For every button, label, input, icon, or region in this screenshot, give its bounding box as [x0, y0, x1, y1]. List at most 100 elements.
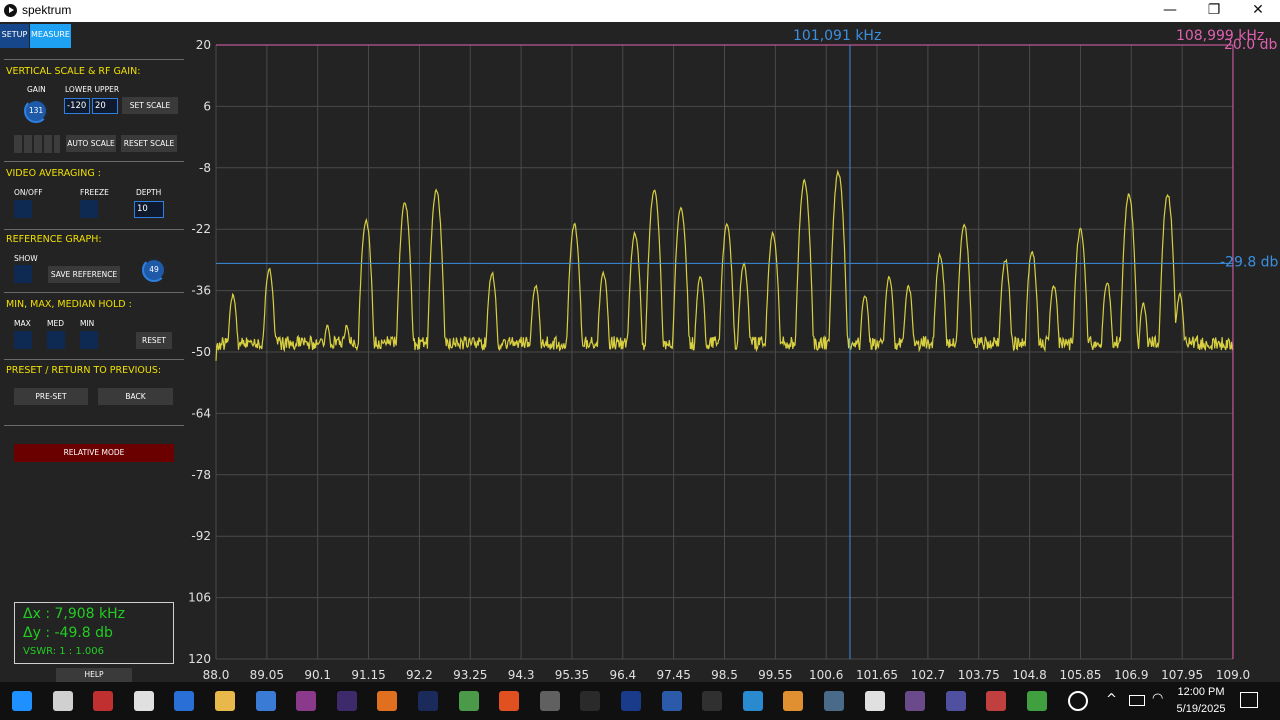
x-tick-label: 103.75	[958, 668, 1000, 682]
gain-segment	[44, 135, 52, 153]
y-tick-label: -50	[191, 345, 211, 359]
lower-upper-label: LOWER UPPER	[65, 85, 120, 94]
delta-readout: Δx : 7,908 kHz Δy : -49.8 db VSWR: 1 : 1…	[14, 602, 174, 664]
taskbar-app-wolf-icon[interactable]	[864, 691, 885, 711]
hold-title: MIN, MAX, MEDIAN HOLD :	[6, 299, 132, 310]
lower-scale-input[interactable]: -120	[64, 98, 90, 114]
y-tick-label: -106	[188, 591, 211, 605]
delta-x-readout: Δx : 7,908 kHz	[23, 606, 125, 622]
relative-mode-button[interactable]: RELATIVE MODE	[14, 444, 174, 462]
depth-label: DEPTH	[136, 188, 162, 197]
min-hold-checkbox[interactable]	[80, 331, 98, 349]
taskbar-app-earth-icon[interactable]	[1027, 691, 1047, 711]
cursor-level-label: -29.8 db	[1220, 254, 1279, 270]
y-tick-label: -8	[199, 161, 211, 175]
taskbar-winrar-icon[interactable]	[296, 691, 317, 711]
x-tick-label: 89.05	[250, 668, 284, 682]
save-reference-button[interactable]: SAVE REFERENCE	[48, 266, 120, 283]
taskbar-brave-icon[interactable]	[499, 691, 520, 711]
y-tick-label: 20	[196, 38, 211, 52]
gain-segment	[14, 135, 22, 153]
max-hold-checkbox[interactable]	[14, 331, 32, 349]
gain-knob-ring	[24, 99, 48, 123]
back-button[interactable]: BACK	[98, 388, 173, 405]
preset-title: PRESET / RETURN TO PREVIOUS:	[6, 365, 162, 376]
on-off-label: ON/OFF	[14, 188, 43, 197]
med-hold-checkbox[interactable]	[47, 331, 65, 349]
title-bar: spektrum — ❐ ✕	[0, 0, 1280, 23]
x-tick-label: 107.95	[1161, 668, 1203, 682]
app-icon	[4, 4, 17, 17]
x-tick-label: 97.45	[656, 668, 690, 682]
help-button[interactable]: HELP	[56, 668, 132, 682]
taskbar-task-view-icon[interactable]	[52, 691, 73, 711]
taskbar-app-pen-icon[interactable]	[945, 691, 966, 711]
battery-icon[interactable]	[1129, 695, 1145, 706]
taskbar-app-globe-icon[interactable]	[824, 691, 844, 711]
reference-show-checkbox[interactable]	[14, 265, 32, 283]
preset-button[interactable]: PRE-SET	[14, 388, 88, 405]
y-tick-label: -78	[191, 468, 211, 482]
taskbar-notepad-green-icon[interactable]	[458, 691, 479, 711]
taskbar-photoshop-icon[interactable]	[418, 691, 438, 711]
averaging-on-off-checkbox[interactable]	[14, 200, 32, 218]
x-tick-label: 100.6	[809, 668, 843, 682]
taskbar-app-dark-icon[interactable]	[93, 691, 114, 711]
taskbar-network-app-icon[interactable]	[255, 691, 276, 711]
taskbar-file-explorer-icon[interactable]	[215, 691, 235, 711]
x-tick-label: 90.1	[304, 668, 331, 682]
taskbar-app-stripes-icon[interactable]	[702, 691, 723, 711]
averaging-freeze-checkbox[interactable]	[80, 200, 98, 218]
taskbar-app-blue-2-icon[interactable]	[661, 691, 682, 711]
wifi-icon[interactable]: ◠	[1152, 691, 1163, 706]
taskbar-powershell-icon[interactable]	[174, 691, 195, 711]
y-tick-label: -120	[188, 652, 211, 666]
taskbar-winrar-2-icon[interactable]	[905, 691, 926, 711]
gain-label: GAIN	[27, 85, 46, 94]
minimize-button[interactable]: —	[1148, 0, 1192, 22]
close-button[interactable]: ✕	[1236, 0, 1280, 22]
x-tick-label: 91.15	[351, 668, 385, 682]
taskbar-terminal-icon[interactable]	[580, 691, 601, 711]
depth-input[interactable]: 10	[134, 201, 164, 218]
video-averaging-title: VIDEO AVERAGING :	[6, 168, 101, 179]
taskbar-app-paint-icon[interactable]	[986, 691, 1007, 711]
min-label: MIN	[80, 319, 95, 328]
taskbar-app-orange-icon[interactable]	[377, 691, 398, 711]
restore-button[interactable]: ❐	[1192, 0, 1236, 22]
taskbar-app-blue-icon[interactable]	[621, 691, 641, 711]
taskbar-audition-icon[interactable]	[336, 691, 357, 711]
set-scale-button[interactable]: SET SCALE	[122, 97, 178, 114]
tab-setup[interactable]: SETUP	[0, 24, 29, 48]
med-label: MED	[47, 319, 64, 328]
taskbar-nt-app-icon[interactable]	[133, 691, 154, 711]
notification-icon[interactable]	[1240, 692, 1258, 708]
taskbar: ^ ◠ 12:00 PM 5/19/2025	[0, 682, 1280, 720]
clock-time[interactable]: 12:00 PM	[1166, 686, 1236, 698]
reset-scale-button[interactable]: RESET SCALE	[121, 135, 177, 152]
clock-date[interactable]: 5/19/2025	[1166, 703, 1236, 715]
upper-scale-input[interactable]: 20	[92, 98, 118, 114]
hold-reset-button[interactable]: RESET	[136, 332, 172, 349]
tray-chevron-icon[interactable]: ^	[1106, 692, 1117, 707]
taskbar-obs-icon[interactable]	[539, 691, 560, 711]
x-tick-label: 106.9	[1114, 668, 1148, 682]
y-tick-label: -22	[191, 222, 211, 236]
auto-scale-button[interactable]: AUTO SCALE	[66, 135, 116, 152]
x-tick-label: 102.7	[911, 668, 945, 682]
vertical-scale-title: VERTICAL SCALE & RF GAIN:	[6, 66, 141, 77]
taskbar-app-orange-2-icon[interactable]	[783, 691, 804, 711]
taskbar-windows-start-icon[interactable]	[12, 691, 32, 711]
x-tick-label: 94.3	[508, 668, 535, 682]
x-tick-label: 105.85	[1059, 668, 1101, 682]
taskbar-app-cross-icon[interactable]	[742, 691, 763, 711]
spectrum-plot[interactable]: 88.0 89.05 90.1 91.15 92.2 93.25 94.3 95.35 96.4…	[188, 22, 1280, 682]
tab-measure[interactable]: MEASURE	[30, 24, 71, 48]
app-area: SETUP MEASURE VERTICAL SCALE & RF GAIN: …	[0, 22, 1280, 682]
x-tick-label: 88.0	[203, 668, 230, 682]
y-tick-label: -36	[191, 284, 211, 298]
taskbar-spektrum-icon[interactable]	[1067, 691, 1088, 711]
vswr-readout: VSWR: 1 : 1.006	[23, 646, 104, 657]
x-tick-label: 95.35	[555, 668, 589, 682]
gain-segment	[24, 135, 32, 153]
